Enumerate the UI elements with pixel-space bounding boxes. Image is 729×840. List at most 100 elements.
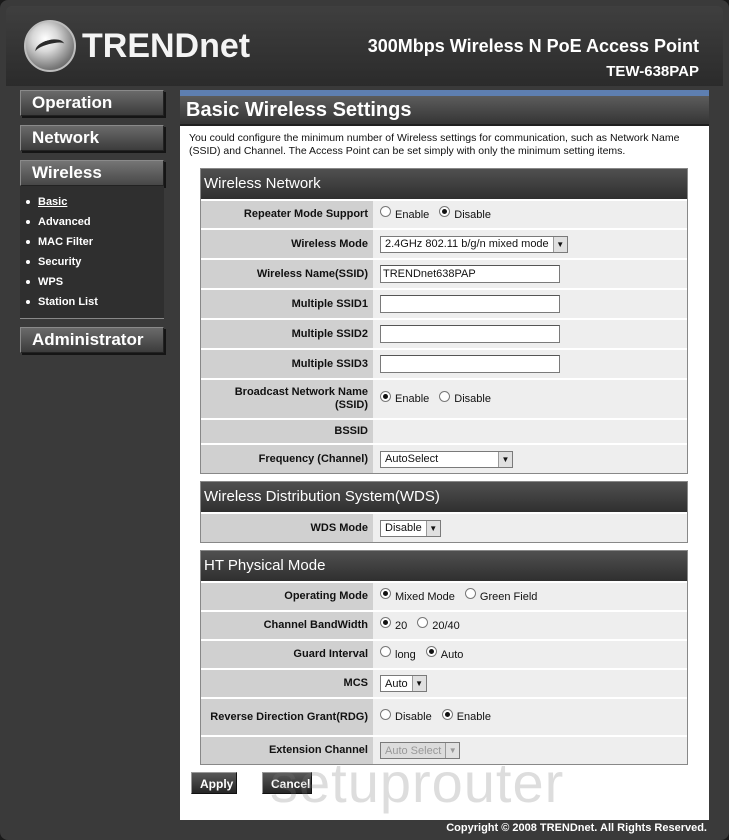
watermark: setuprouter: [270, 751, 565, 814]
apply-button[interactable]: Apply: [191, 772, 237, 794]
field-label: Broadcast Network Name (SSID): [201, 380, 373, 418]
rdg-row: Reverse Direction Grant(RDG) Disable Ena…: [201, 697, 687, 735]
mcs-select[interactable]: Auto ▼: [380, 675, 427, 692]
field-label: Multiple SSID3: [201, 350, 373, 378]
rdg-enable-radio[interactable]: [441, 708, 453, 720]
chevron-down-icon: ▼: [425, 520, 440, 536]
ssid-row: Wireless Name(SSID): [201, 258, 687, 288]
field-label: Reverse Direction Grant(RDG): [201, 699, 373, 735]
field-label: Frequency (Channel): [201, 445, 373, 473]
section-heading: Wireless Distribution System(WDS): [201, 482, 687, 512]
submenu-item-advanced[interactable]: Advanced: [24, 212, 164, 232]
bandwidth-20-radio[interactable]: [380, 617, 391, 628]
radio-label: Auto: [440, 648, 464, 661]
operating-mode-row: Operating Mode Mixed Mode Green Field: [201, 581, 687, 610]
field-label: Wireless Name(SSID): [201, 260, 373, 288]
wds-mode-row: WDS Mode Disable ▼: [201, 512, 687, 542]
submenu-item-basic[interactable]: Basic: [24, 192, 164, 212]
sidebar-item-administrator[interactable]: Administrator: [20, 327, 164, 353]
submenu-item-mac-filter[interactable]: MAC Filter: [24, 232, 164, 252]
bullet-icon: [26, 260, 30, 264]
wireless-network-section: Wireless Network Repeater Mode Support E…: [200, 168, 688, 474]
field-label: Guard Interval: [201, 641, 373, 668]
logo-text: TRENDnet: [82, 26, 251, 65]
multiple-ssid3-row: Multiple SSID3: [201, 348, 687, 378]
field-label: Wireless Mode: [201, 230, 373, 258]
radio-label: Disable: [454, 393, 491, 405]
radio-label: Mixed Mode: [395, 590, 455, 603]
radio-label: 20: [395, 619, 408, 632]
radio-label: Green Field: [479, 590, 538, 603]
repeater-disable-radio[interactable]: [439, 206, 451, 217]
section-heading: HT Physical Mode: [201, 551, 687, 581]
copyright-footer: Copyright © 2008 TRENDnet. All Rights Re…: [446, 822, 707, 834]
radio-label: Enable: [395, 393, 430, 405]
wireless-mode-select[interactable]: 2.4GHz 802.11 b/g/n mixed mode ▼: [380, 235, 568, 253]
chevron-down-icon: ▼: [411, 676, 426, 691]
bssid-value: [373, 420, 687, 443]
section-heading: Wireless Network: [201, 169, 687, 199]
field-label: Channel BandWidth: [201, 612, 373, 639]
green-field-radio[interactable]: [464, 588, 476, 599]
field-label: WDS Mode: [201, 514, 373, 542]
wireless-submenu: Basic Advanced MAC Filter Security WPS S…: [20, 186, 164, 319]
guard-interval-row: Guard Interval long Auto: [201, 639, 687, 668]
broadcast-disable-radio[interactable]: [439, 390, 451, 402]
field-label: Multiple SSID1: [201, 290, 373, 318]
bullet-icon: [26, 200, 30, 204]
frequency-row: Frequency (Channel) AutoSelect ▼: [201, 443, 687, 473]
multiple-ssid2-input[interactable]: [380, 325, 560, 343]
bullet-icon: [26, 240, 30, 244]
radio-label: Enable: [395, 208, 430, 221]
page-frame: TRENDnet 300Mbps Wireless N PoE Access P…: [0, 0, 729, 840]
repeater-mode-row: Repeater Mode Support Enable Disable: [201, 199, 687, 228]
submenu-item-security[interactable]: Security: [24, 252, 164, 272]
trendnet-logo: TRENDnet: [24, 20, 250, 72]
guard-long-radio[interactable]: [380, 646, 391, 657]
repeater-enable-radio[interactable]: [380, 206, 391, 217]
header: TRENDnet 300Mbps Wireless N PoE Access P…: [6, 6, 723, 86]
field-label: Multiple SSID2: [201, 320, 373, 348]
frequency-select[interactable]: AutoSelect ▼: [380, 450, 513, 468]
bandwidth-20-40-radio[interactable]: [417, 617, 429, 628]
sidebar-item-wireless[interactable]: Wireless: [20, 160, 164, 186]
page-title: Basic Wireless Settings: [180, 96, 709, 126]
product-title: 300Mbps Wireless N PoE Access Point: [367, 36, 699, 56]
submenu-item-wps[interactable]: WPS: [24, 272, 164, 292]
globe-logo-icon: [24, 20, 76, 72]
mcs-row: MCS Auto ▼: [201, 668, 687, 697]
multiple-ssid3-input[interactable]: [380, 355, 560, 373]
multiple-ssid1-input[interactable]: [380, 295, 560, 313]
chevron-down-icon: ▼: [498, 451, 512, 467]
bullet-icon: [26, 280, 30, 284]
radio-label: Disable: [454, 208, 491, 221]
mixed-mode-radio[interactable]: [380, 588, 391, 599]
ssid-input[interactable]: [380, 265, 560, 283]
radio-label: Disable: [395, 711, 432, 723]
rdg-disable-radio[interactable]: [380, 708, 391, 720]
broadcast-ssid-row: Broadcast Network Name (SSID) Enable Dis…: [201, 378, 687, 418]
wds-mode-select[interactable]: Disable ▼: [380, 519, 441, 537]
sidebar-item-network[interactable]: Network: [20, 125, 164, 151]
bullet-icon: [26, 220, 30, 224]
multiple-ssid1-row: Multiple SSID1: [201, 288, 687, 318]
guard-auto-radio[interactable]: [425, 646, 437, 657]
ht-physical-mode-section: HT Physical Mode Operating Mode Mixed Mo…: [200, 550, 688, 765]
submenu-item-station-list[interactable]: Station List: [24, 292, 164, 312]
wireless-mode-row: Wireless Mode 2.4GHz 802.11 b/g/n mixed …: [201, 228, 687, 258]
field-label: Repeater Mode Support: [201, 201, 373, 228]
multiple-ssid2-row: Multiple SSID2: [201, 318, 687, 348]
product-model: TEW-638PAP: [606, 63, 699, 80]
radio-label: long: [395, 648, 416, 661]
field-label: MCS: [201, 670, 373, 697]
radio-label: 20/40: [432, 619, 460, 632]
wds-section: Wireless Distribution System(WDS) WDS Mo…: [200, 481, 688, 543]
bssid-row: BSSID: [201, 418, 687, 443]
field-label: BSSID: [201, 420, 373, 443]
intro-text: You could configure the minimum number o…: [189, 132, 680, 157]
channel-bandwidth-row: Channel BandWidth 20 20/40: [201, 610, 687, 639]
radio-label: Enable: [456, 711, 491, 723]
broadcast-enable-radio[interactable]: [380, 390, 391, 402]
main-content: Basic Wireless Settings You could config…: [180, 90, 709, 820]
sidebar-item-operation[interactable]: Operation: [20, 90, 164, 116]
